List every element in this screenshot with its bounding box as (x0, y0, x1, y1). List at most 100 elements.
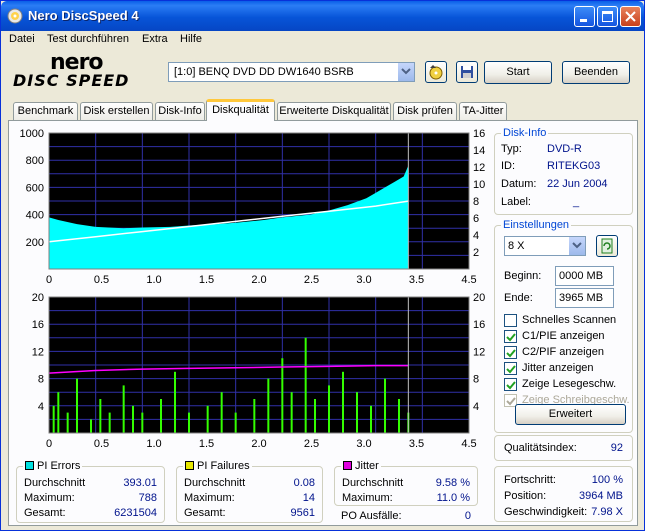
x-tick: 0.5 (94, 274, 109, 286)
pi-failures-total-value: 9561 (290, 507, 315, 519)
chevron-down-icon (572, 242, 582, 249)
tab-erweiterte-diskqualitaet[interactable]: Erweiterte Diskqualität (277, 102, 391, 121)
pi-failures-total-label: Gesamt: (184, 507, 226, 519)
checkbox-2[interactable] (504, 346, 517, 359)
speed-select[interactable]: 8 X (504, 236, 586, 256)
refresh-speed-button[interactable] (596, 235, 618, 257)
checkbox-label-0: Schnelles Scannen (522, 314, 617, 326)
start-button[interactable]: Start (484, 61, 552, 84)
jitter-max-label: Maximum: (342, 492, 393, 504)
x-tick: 2.0 (251, 438, 266, 450)
checkmark-icon (506, 349, 516, 358)
x-tick: 3.0 (356, 274, 371, 286)
advanced-button[interactable]: Erweitert (515, 404, 626, 425)
pi-errors-total-value: 6231504 (114, 507, 157, 519)
speed-dropdown-button[interactable] (568, 237, 585, 255)
stop-button[interactable]: Beenden (562, 61, 630, 84)
x-tick: 2.0 (251, 274, 266, 286)
y-tick-right: 10 (473, 179, 485, 191)
tab-ta-jitter[interactable]: TA-Jitter (459, 102, 507, 121)
minimize-icon (580, 19, 587, 22)
eject-button[interactable] (425, 61, 447, 83)
disk-date-label: Datum: (501, 178, 537, 190)
y-tick-right: 6 (473, 213, 479, 225)
y-tick-right: 16 (473, 319, 485, 331)
pi-errors-max-label: Maximum: (24, 492, 75, 504)
menu-extra[interactable]: Extra (142, 33, 168, 45)
y-tick-right: 12 (473, 162, 485, 174)
checkbox-0[interactable] (504, 314, 517, 327)
floppy-icon (461, 66, 473, 78)
nero-logo: nero DISC SPEED (13, 50, 148, 90)
y-tick-right: 8 (473, 196, 479, 208)
y-tick-right: 14 (473, 145, 485, 157)
progress-group: Fortschritt: 100 % Position: 3964 MB Ges… (494, 466, 633, 522)
pi-errors-chart: 1000 800 600 400 200 16 14 12 10 8 6 4 2 0 0.5 1.0 1.5 2.… (20, 129, 486, 286)
y-tick-left: 200 (26, 237, 44, 249)
checkbox-3[interactable] (504, 362, 517, 375)
pi-failures-swatch (185, 461, 194, 470)
eject-disc-icon (429, 65, 443, 80)
disk-id-label: ID: (501, 160, 516, 172)
pi-errors-total-label: Gesamt: (24, 507, 66, 519)
pi-errors-avg-label: Durchschnitt (24, 477, 86, 489)
pi-errors-avg-value: 393.01 (123, 477, 157, 489)
quality-index-group: Qualitätsindex: 92 (494, 435, 633, 461)
y-tick-right: 4 (473, 230, 479, 242)
checkmark-icon (506, 333, 516, 342)
x-tick: 0 (46, 274, 52, 286)
minimize-button[interactable] (574, 6, 595, 27)
pi-errors-swatch (25, 461, 34, 470)
checkbox-4[interactable] (504, 378, 517, 391)
tab-disk-info[interactable]: Disk-Info (155, 102, 205, 121)
end-input[interactable]: 3965 MB (555, 288, 614, 308)
x-tick: 4.5 (461, 274, 476, 286)
disk-label-value: _ (573, 196, 580, 208)
drive-select[interactable]: [1:0] BENQ DVD DD DW1640 BSRB (168, 62, 415, 82)
chevron-down-icon (401, 68, 411, 75)
tab-disk-erstellen[interactable]: Disk erstellen (80, 102, 153, 121)
x-tick: 1.5 (199, 274, 214, 286)
pi-errors-caption: PI Errors (23, 460, 83, 472)
x-tick: 3.5 (409, 438, 424, 450)
pi-errors-caption-text: PI Errors (37, 460, 81, 472)
x-tick: 0.5 (94, 438, 109, 450)
logo-discspeed: DISC SPEED (13, 71, 130, 90)
x-tick: 3.0 (356, 438, 371, 450)
checkbox-1[interactable] (504, 330, 517, 343)
menu-bar: Datei Test durchführen Extra Hilfe (1, 31, 644, 50)
y-tick-right: 4 (473, 401, 479, 413)
save-button[interactable] (456, 61, 478, 83)
close-button[interactable] (620, 6, 641, 27)
pi-errors-max-value: 788 (138, 492, 157, 504)
y-tick-right: 16 (473, 129, 485, 140)
disk-id-value: RITEKG03 (547, 160, 601, 172)
menu-test[interactable]: Test durchführen (47, 33, 129, 45)
pi-failures-group: PI Failures Durchschnitt 0.08 Maximum: 1… (176, 460, 323, 523)
app-icon (7, 8, 23, 24)
begin-input[interactable]: 0000 MB (555, 266, 614, 286)
y-tick-right: 20 (473, 293, 485, 304)
checkmark-icon (506, 381, 516, 390)
tab-disk-pruefen[interactable]: Disk prüfen (393, 102, 457, 121)
tab-diskqualitaet[interactable]: Diskqualität (206, 99, 275, 121)
title-bar[interactable]: Nero DiscSpeed 4 (1, 1, 644, 31)
disk-type-label: Typ: (501, 143, 522, 155)
y-tick-left: 8 (38, 374, 44, 386)
menu-hilfe[interactable]: Hilfe (180, 33, 202, 45)
po-failures-label: PO Ausfälle: (341, 510, 402, 522)
y-tick-left: 12 (32, 346, 44, 358)
quality-index-label: Qualitätsindex: (504, 442, 577, 454)
maximize-button[interactable] (597, 6, 618, 27)
quality-index-value: 92 (610, 442, 623, 454)
menu-datei[interactable]: Datei (9, 33, 35, 45)
pi-failures-caption-text: PI Failures (197, 460, 250, 472)
disk-info-group: Disk-Info Typ: DVD-R ID: RITEKG03 Datum:… (494, 127, 633, 215)
settings-caption: Einstellungen (501, 219, 572, 231)
pi-failures-chart: 20 16 12 8 4 20 16 12 8 4 0 0.5 1.0 1.5 2.0 2.5 3.0 3.5 4.… (32, 293, 486, 450)
tab-benchmark[interactable]: Benchmark (13, 102, 78, 121)
y-tick-left: 16 (32, 319, 44, 331)
drive-dropdown-button[interactable] (397, 63, 414, 81)
pi-failures-avg-label: Durchschnitt (184, 477, 246, 489)
speed-value: 7.98 X (591, 506, 623, 518)
